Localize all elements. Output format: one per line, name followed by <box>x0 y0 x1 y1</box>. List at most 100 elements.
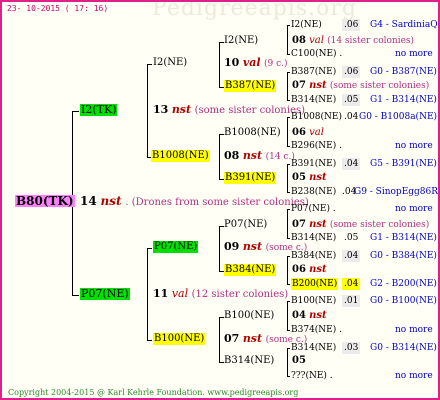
origin-label: G1 - B314(NE) <box>370 233 437 243</box>
queen-node-g4-6-info: 04 nst <box>292 310 327 322</box>
queen-node-g5-2[interactable]: B387(NE) <box>291 66 336 78</box>
year-label: .05 <box>342 94 361 106</box>
year-label: 06 <box>292 264 306 275</box>
note-label: (some sister colonies) <box>194 105 306 116</box>
more-link[interactable]: no more <box>395 203 433 215</box>
origin-label: G4 - SardiniaQ <box>370 20 438 30</box>
queen-node-g3-3[interactable]: B100(NE) <box>153 333 206 345</box>
queen-node-g3-1[interactable]: B1008(NE) <box>151 150 210 162</box>
queen-node-g5-4[interactable]: B1008(NE) <box>291 111 342 123</box>
year-label: 09 <box>224 240 240 253</box>
origin-label: G2 - B200(NE) <box>370 279 437 289</box>
origin-label: G0 - B314(NE) <box>370 343 437 353</box>
queen-node-g4-1[interactable]: B387(NE) <box>224 80 277 92</box>
queen-node-g4-4[interactable]: P07(NE) <box>224 219 267 231</box>
connector <box>287 301 290 302</box>
queen-node-g5-8[interactable]: P07(NE) . <box>291 203 336 215</box>
more-link[interactable]: no more <box>395 140 433 152</box>
year-label: 05 <box>292 355 306 366</box>
year-label: 08 <box>292 35 306 46</box>
queen-node-g5-10[interactable]: B384(NE) <box>291 250 336 262</box>
queen-node-g4-2[interactable]: B1008(NE) <box>224 127 281 139</box>
year-label: 05 <box>292 172 306 183</box>
queen-node-g5-9[interactable]: B314(NE) <box>291 232 336 244</box>
year-label: 13 <box>153 103 169 116</box>
pedigree-frame: 23- 10-2015 ( 17: 16) Pedigreeapis.org B… <box>0 0 440 400</box>
connector <box>287 146 290 147</box>
note-label: (9 c.) <box>264 59 288 69</box>
more-link[interactable]: no more <box>395 48 433 60</box>
mating-label: val <box>309 35 324 46</box>
connector <box>287 72 290 73</box>
origin-label: G5 - B391(NE) <box>370 159 437 169</box>
note-label: (some sister colonies) <box>329 220 430 230</box>
queen-node-g5-6[interactable]: B391(NE) <box>291 158 336 170</box>
queen-node-g2-b-info: 11 val (12 sister colonies) <box>153 288 288 301</box>
connector <box>287 100 290 101</box>
year-label: .03 <box>342 342 361 354</box>
queen-node-g2-a[interactable]: I2(TK) <box>80 104 118 116</box>
connector <box>147 64 152 65</box>
mating-label: nst <box>309 310 327 321</box>
mating-label: nst <box>242 240 263 253</box>
connector <box>287 72 288 100</box>
queen-node-g5-7[interactable]: B238(NE) <box>291 186 336 198</box>
year-label: 06 <box>292 127 306 138</box>
queen-node-g4-7[interactable]: B314(NE) <box>224 355 274 367</box>
connector <box>287 348 290 349</box>
queen-node-g5-1[interactable]: C100(NE) . <box>291 48 342 60</box>
connector <box>287 117 288 146</box>
more-link[interactable]: no more <box>395 324 433 336</box>
queen-node-root[interactable]: B80(TK) <box>15 195 75 207</box>
connector <box>287 348 288 376</box>
queen-node-g4-3[interactable]: B391(NE) <box>224 172 277 184</box>
queen-node-g2-b[interactable]: P07(NE) <box>80 288 130 300</box>
note-label: (12 sister colonies) <box>191 289 289 300</box>
queen-node-g5-12[interactable]: B100(NE) <box>291 295 336 307</box>
connector <box>219 134 220 179</box>
mating-label: nst <box>309 219 327 230</box>
mating-label: val <box>171 287 189 300</box>
queen-node-g3-0[interactable]: I2(NE) <box>153 57 187 69</box>
connector <box>287 330 290 331</box>
queen-node-g3-2[interactable]: P07(NE) <box>153 241 199 253</box>
queen-node-g5-13[interactable]: B374(NE) . <box>291 324 342 336</box>
more-link[interactable]: no more <box>395 370 433 382</box>
date-label: 23- 10-2015 ( 17: 16) <box>7 4 109 13</box>
connector <box>287 209 290 210</box>
queen-node-g5-11[interactable]: B200(NE) <box>291 278 339 290</box>
note-label: (some sister colonies) <box>329 81 430 91</box>
note-label: . (Drones from some sister colonies) <box>125 197 309 208</box>
watermark: Pedigreeapis.org <box>152 0 357 21</box>
queen-node-g4-5[interactable]: B384(NE) <box>224 264 277 276</box>
queen-node-g5-14[interactable]: B314(NE) <box>291 342 336 354</box>
year-label: 07 <box>224 332 240 345</box>
connector <box>219 226 220 271</box>
queen-node-g5-15[interactable]: ???(NE) . <box>291 370 333 382</box>
queen-node-g5-3[interactable]: B314(NE) <box>291 94 336 106</box>
connector <box>147 340 152 341</box>
connector <box>287 117 290 118</box>
queen-node-g4-6[interactable]: B100(NE) <box>224 310 274 322</box>
connector <box>287 192 290 193</box>
connector <box>287 284 290 285</box>
year-label: 07 <box>292 80 306 91</box>
connector <box>287 209 288 238</box>
connector <box>147 64 148 157</box>
mating-label: nst <box>242 332 263 345</box>
connector <box>287 25 290 26</box>
connector <box>287 25 288 54</box>
queen-node-g4-2-info: 06 val <box>292 127 324 139</box>
queen-node-g5-5[interactable]: B296(NE) . <box>291 140 342 152</box>
mating-label: nst <box>309 80 327 91</box>
connector <box>287 256 288 284</box>
year-label: .04 <box>342 250 361 262</box>
queen-node-g5-0[interactable]: I2(NE) <box>291 19 322 31</box>
year-label: 10 <box>224 56 240 69</box>
queen-node-g4-0[interactable]: I2(NE) <box>224 35 258 47</box>
queen-node-g4-0-info: 08 val (14 sister colonies) <box>292 35 414 47</box>
queen-node-g3-1-info: 08 nst (14 c.) <box>224 150 295 163</box>
connector <box>287 376 290 377</box>
mating-label: nst <box>309 264 327 275</box>
connector <box>287 238 290 239</box>
